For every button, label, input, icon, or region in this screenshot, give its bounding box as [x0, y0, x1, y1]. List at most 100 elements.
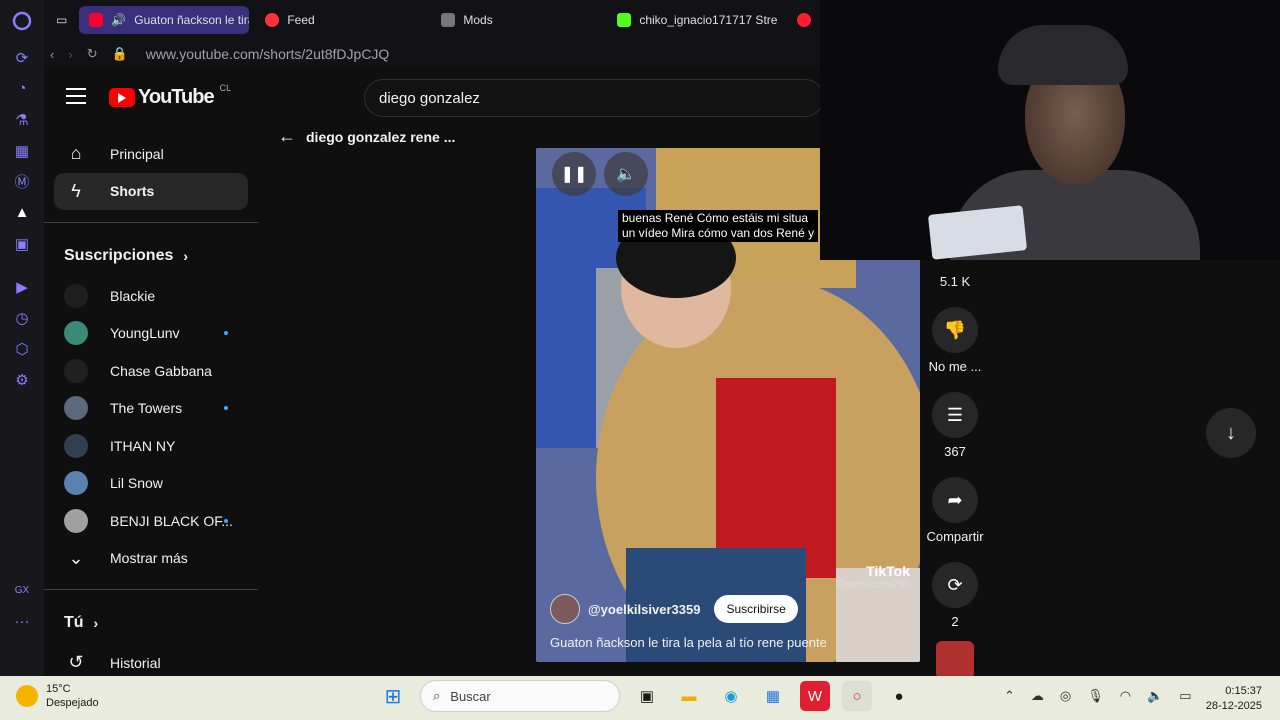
- time: 0:15:37: [1225, 685, 1262, 697]
- watermark-text: TikTok: [866, 563, 910, 579]
- show-more-button[interactable]: ⌄ Mostrar más: [44, 540, 258, 578]
- tab-manager-icon[interactable]: ▭: [50, 6, 73, 34]
- chevron-up-icon[interactable]: ⌃: [1004, 688, 1015, 704]
- subscribe-button[interactable]: Suscribirse: [714, 595, 798, 623]
- avatar: [64, 321, 88, 346]
- back-icon[interactable]: ‹: [50, 47, 54, 62]
- remix-icon[interactable]: ⟳: [932, 562, 978, 608]
- more-icon[interactable]: ···: [0, 606, 44, 637]
- channel-name[interactable]: @yoelkilsiver3359: [588, 602, 700, 617]
- history-icon[interactable]: ◷: [0, 302, 44, 333]
- sidebar-item-subscription[interactable]: Blackie: [44, 277, 258, 315]
- gx-icon[interactable]: GX: [0, 575, 44, 606]
- tab-youtube[interactable]: 🔊 Guaton ñackson le tira: [79, 6, 250, 34]
- like-action[interactable]: 5.1 K: [922, 274, 988, 289]
- subscriptions-title: Suscripciones: [64, 247, 174, 264]
- pages-icon[interactable]: ▦: [0, 135, 44, 166]
- url-field[interactable]: www.youtube.com/shorts/2ut8fDJpCJQ: [146, 46, 390, 62]
- sound-thumbnail[interactable]: [922, 641, 988, 679]
- comment-icon[interactable]: ☰: [932, 392, 978, 438]
- subscriptions-heading[interactable]: Suscripciones ›: [44, 235, 258, 277]
- sidebar-item-subscription[interactable]: ITHAN NY: [44, 427, 258, 465]
- opera-logo-icon[interactable]: [0, 0, 44, 42]
- start-icon[interactable]: ⊞: [378, 681, 408, 711]
- moon-icon: [16, 685, 38, 707]
- dislike-action[interactable]: 👎 No me ...: [922, 307, 988, 374]
- wifi-icon[interactable]: ◠: [1120, 688, 1131, 704]
- sidebar-item-subscription[interactable]: The Towers: [44, 390, 258, 428]
- share-action[interactable]: ➦ Compartir: [922, 477, 988, 544]
- menu-icon[interactable]: [66, 88, 86, 109]
- taskbar-search[interactable]: ⌕ Buscar: [420, 680, 620, 712]
- reload-icon[interactable]: ↻: [87, 46, 98, 62]
- obs-icon[interactable]: ●: [884, 681, 914, 711]
- forward-icon[interactable]: ›: [68, 47, 72, 62]
- store-icon[interactable]: ▦: [758, 681, 788, 711]
- weather-widget[interactable]: 15°C Despejado: [16, 682, 99, 710]
- twitch-icon[interactable]: ▣: [0, 228, 44, 259]
- sidebar-item-shorts[interactable]: ϟ Shorts: [54, 172, 248, 210]
- aria-icon[interactable]: ▲: [0, 197, 44, 228]
- search-icon: ⌕: [433, 688, 441, 703]
- tab-mods[interactable]: Mods: [431, 6, 601, 34]
- video-title[interactable]: Guaton ñackson le tira la pela al tío re…: [550, 635, 827, 650]
- onedrive-icon[interactable]: ☁: [1031, 688, 1044, 704]
- volume-icon[interactable]: 🔈: [1147, 688, 1163, 704]
- system-tray: ⌃ ☁ ◎ 🎙 ◠ 🔈 ▭: [1004, 688, 1192, 704]
- pause-button[interactable]: ❚❚: [552, 152, 596, 196]
- tab-kick[interactable]: chiko_ignacio171717 Stre: [607, 6, 787, 34]
- sidebar-item-subscription[interactable]: Lil Snow: [44, 465, 258, 503]
- opera-favicon-icon: [797, 13, 812, 27]
- history-icon: ↺: [68, 652, 84, 673]
- volume-button[interactable]: 🔈: [604, 152, 648, 196]
- tab-opera[interactable]: [793, 6, 815, 34]
- player-icon[interactable]: ▶: [0, 271, 44, 302]
- channel-avatar[interactable]: [550, 594, 580, 624]
- speed-dial-icon[interactable]: ◔: [0, 73, 44, 104]
- settings-icon[interactable]: ⚙: [0, 364, 44, 395]
- kick-favicon-icon: [617, 13, 632, 27]
- chevron-right-icon: ›: [183, 248, 189, 264]
- sidebar-item-principal[interactable]: ⌂ Principal: [44, 135, 258, 173]
- sidebar-item-label: Chase Gabbana: [110, 362, 212, 379]
- sidebar-item-label: Lil Snow: [110, 475, 163, 492]
- comments-action[interactable]: ☰ 367: [922, 392, 988, 459]
- sidebar-item-label: Shorts: [110, 183, 155, 200]
- search-input[interactable]: diego gonzalez: [364, 79, 824, 117]
- vpn-icon[interactable]: ◎: [1060, 688, 1071, 704]
- youtube-logo[interactable]: YouTube CL: [109, 83, 231, 109]
- lock-icon: 🔒: [111, 46, 128, 61]
- caption-text: buenas René Cómo estáis mi situa un víde…: [618, 210, 819, 242]
- refresh-icon[interactable]: ⟳: [0, 42, 44, 73]
- remix-action[interactable]: ⟳ 2: [922, 562, 988, 629]
- file-explorer-icon[interactable]: ▬: [674, 681, 704, 711]
- clock[interactable]: 0:15:37 28-12-2025: [1206, 684, 1262, 714]
- sidebar-item-label: Blackie: [110, 287, 156, 304]
- sidebar-item-subscription[interactable]: Chase Gabbana: [44, 352, 258, 390]
- wps-icon[interactable]: W: [800, 681, 830, 711]
- avatar: [64, 358, 88, 383]
- you-heading[interactable]: Tú ›: [44, 602, 258, 644]
- edge-icon[interactable]: ◉: [716, 681, 746, 711]
- tab-bar: ▭ 🔊 Guaton ñackson le tira Feed Mods chi…: [44, 0, 820, 40]
- microphone-icon[interactable]: 🎙: [1087, 688, 1104, 704]
- task-view-icon[interactable]: ▣: [632, 681, 662, 711]
- battery-icon[interactable]: ▭: [1179, 688, 1191, 704]
- tab-feed[interactable]: Feed: [255, 6, 425, 34]
- next-short-button[interactable]: ↓: [1206, 408, 1256, 458]
- caption-line-2: un vídeo Mira cómo van dos René y: [622, 226, 815, 240]
- opera-taskbar-icon[interactable]: ○: [842, 681, 872, 711]
- sidebar-item-history[interactable]: ↺ Historial: [44, 644, 258, 676]
- extensions-icon[interactable]: ⬡: [0, 333, 44, 364]
- mods-icon[interactable]: Ⓜ: [0, 166, 44, 197]
- sidebar-item-subscription[interactable]: YoungLunv: [44, 315, 258, 353]
- home-icon: ⌂: [70, 143, 82, 164]
- back-arrow-icon[interactable]: ←: [278, 126, 296, 147]
- sidebar-item-label: ITHAN NY: [110, 437, 176, 454]
- tab-label: Feed: [287, 13, 315, 27]
- address-bar: ‹ › ↻ 🔒 www.youtube.com/shorts/2ut8fDJpC…: [44, 40, 820, 68]
- thumbs-down-icon[interactable]: 👎: [932, 307, 978, 353]
- share-icon[interactable]: ➦: [932, 477, 978, 523]
- bag-icon[interactable]: ⚗: [0, 104, 44, 135]
- sidebar-item-subscription[interactable]: BENJI BLACK OF...: [44, 502, 258, 540]
